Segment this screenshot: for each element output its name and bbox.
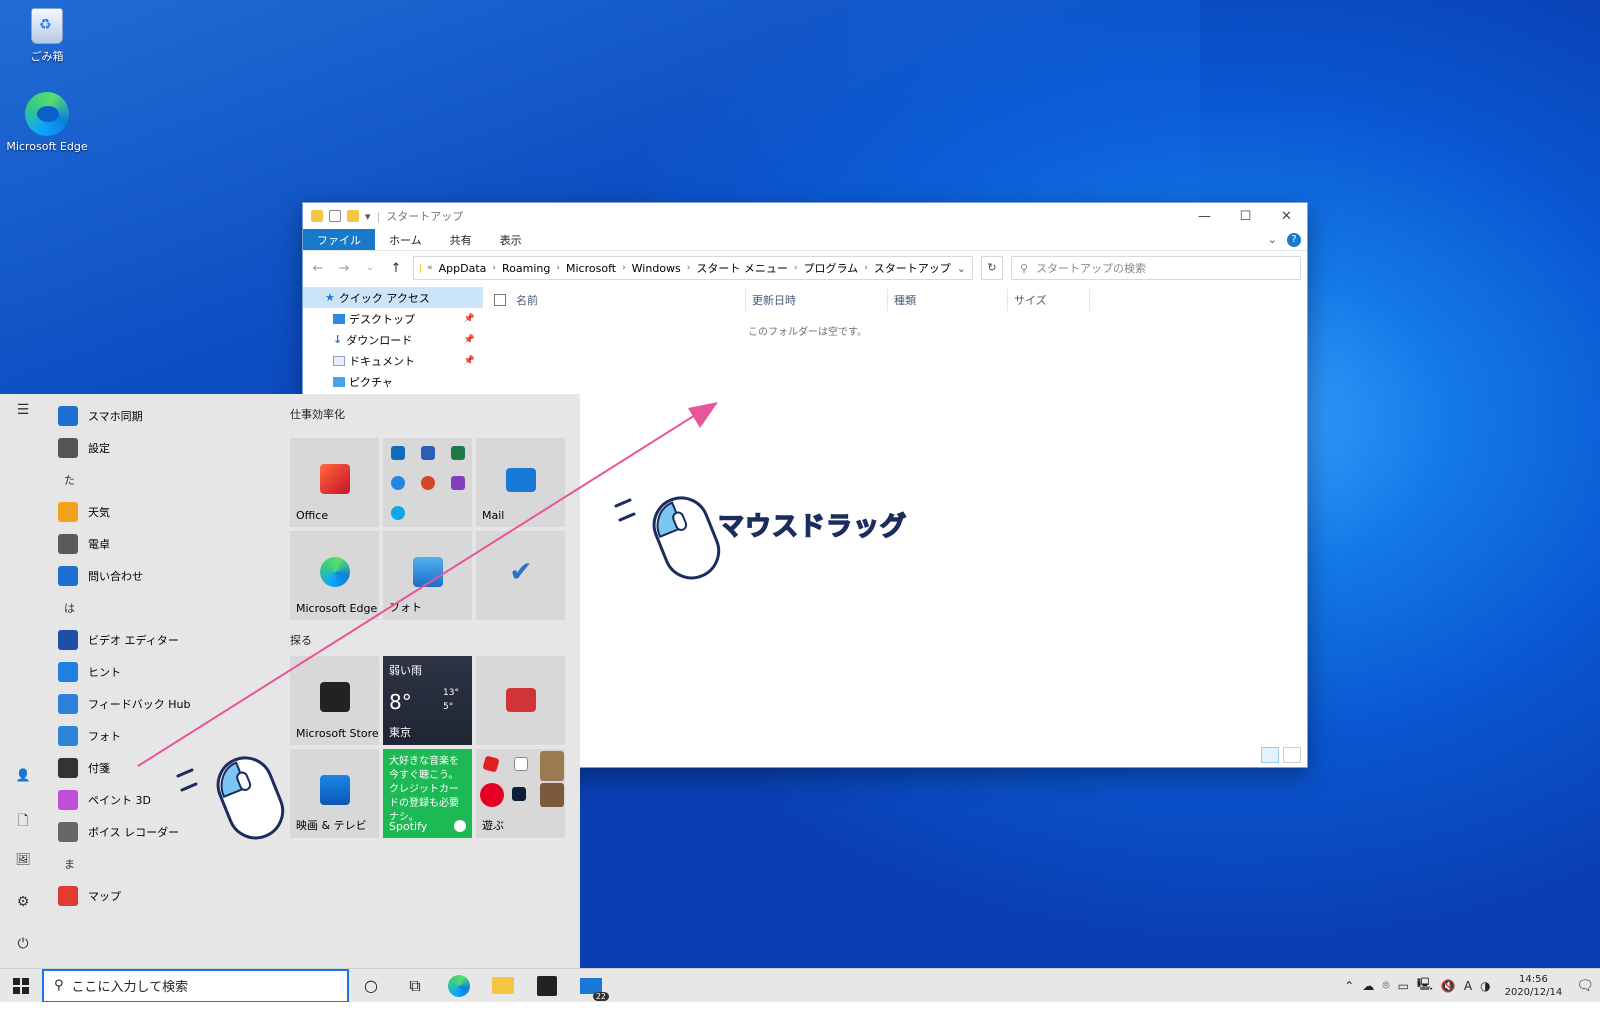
task-view-button[interactable]: ⧉ xyxy=(393,969,437,1003)
ime-mode-indicator[interactable]: A xyxy=(1464,979,1472,993)
system-tray: ⌃ ☁ ⌾ ▭ 🖳 🔇 A ◑ 14:56 2020/12/14 🗨 xyxy=(1344,973,1600,999)
battery-icon[interactable]: ▭ xyxy=(1398,979,1409,993)
volume-muted-icon[interactable]: 🔇 xyxy=(1441,979,1456,993)
taskbar-search-input[interactable]: ⚲ ここに入力して検索 xyxy=(42,968,349,1002)
mail-unread-badge: 22 xyxy=(592,991,609,1001)
drag-arrow-head-icon xyxy=(688,402,718,428)
task-view-icon: ⧉ xyxy=(409,975,421,995)
onedrive-cloud-icon[interactable]: ☁ xyxy=(1362,979,1374,993)
desktop: ごみ箱 Microsoft Edge ▾ | スタートアップ — ☐ ✕ ファイ… xyxy=(0,0,1600,1002)
start-button[interactable] xyxy=(0,969,42,1003)
taskbar-clock[interactable]: 14:56 2020/12/14 xyxy=(1499,973,1569,999)
cortana-circle-icon: ○ xyxy=(364,976,378,995)
windows-logo-icon xyxy=(13,977,29,994)
mouse-drag-label: マウスドラッグ xyxy=(717,511,908,543)
meet-now-icon[interactable]: ⌾ xyxy=(1382,978,1389,993)
store-bag-icon xyxy=(537,975,557,996)
search-icon: ⚲ xyxy=(54,978,64,993)
ime-options-icon[interactable]: ◑ xyxy=(1480,979,1490,993)
taskbar-edge-button[interactable] xyxy=(437,969,481,1003)
clock-date: 2020/12/14 xyxy=(1504,986,1563,998)
edge-icon xyxy=(448,974,470,997)
file-explorer-icon xyxy=(492,977,514,994)
taskbar-explorer-button[interactable] xyxy=(481,969,525,1003)
mouse-icon xyxy=(216,756,285,840)
show-hidden-icons-chevron-icon[interactable]: ⌃ xyxy=(1344,979,1354,993)
annotation-overlay xyxy=(137,402,721,840)
cortana-button[interactable]: ○ xyxy=(349,969,393,1003)
taskbar: ⚲ ここに入力して検索 ○ ⧉ 22 ⌃ ☁ ⌾ ▭ 🖳 🔇 A ◑ 14:56… xyxy=(0,968,1600,1002)
drag-arrow-line xyxy=(137,411,701,767)
mouse-icon xyxy=(652,496,721,580)
notification-center-icon[interactable]: 🗨 xyxy=(1576,978,1594,994)
clock-time: 14:56 xyxy=(1518,973,1548,985)
taskbar-store-button[interactable] xyxy=(525,969,569,1003)
click-marks-icon xyxy=(614,498,636,522)
taskbar-search-placeholder: ここに入力して検索 xyxy=(71,980,189,995)
click-marks-icon xyxy=(176,768,198,792)
network-icon[interactable]: 🖳 xyxy=(1417,975,1433,996)
taskbar-mail-button[interactable]: 22 xyxy=(569,969,613,1003)
